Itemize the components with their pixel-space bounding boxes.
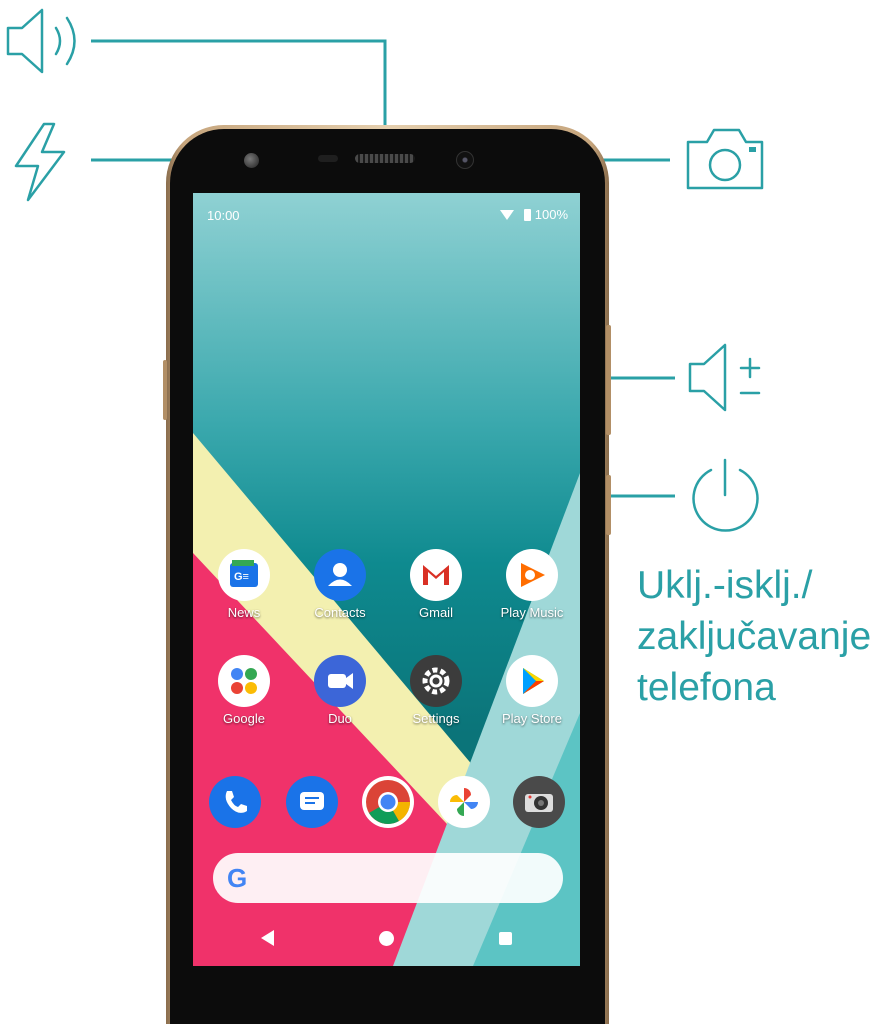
phone-screen: 10:00 100% G≡ News Contacts Gmail Play M… [193, 193, 580, 966]
wifi-icon [499, 209, 514, 220]
app-gmail[interactable]: Gmail [390, 549, 482, 620]
camera-app-icon[interactable] [513, 776, 565, 828]
power-icon [692, 458, 759, 532]
battery-icon [523, 208, 531, 221]
contacts-icon [314, 549, 366, 601]
google-search-bar[interactable]: G [213, 853, 563, 903]
messages-icon[interactable] [286, 776, 338, 828]
camera-icon [686, 128, 764, 190]
app-play-store[interactable]: Play Store [486, 655, 578, 726]
power-button [606, 475, 611, 535]
home-icon[interactable] [379, 931, 394, 946]
power-caption-line1: Uklj.-isklj./ [637, 564, 813, 607]
app-label: Gmail [419, 605, 453, 620]
volume-button [606, 325, 611, 435]
earpiece-speaker [355, 154, 415, 163]
app-label: News [227, 605, 261, 620]
settings-icon [410, 655, 462, 707]
navigation-bar [193, 911, 580, 966]
app-settings[interactable]: Settings [390, 655, 482, 726]
front-camera [456, 151, 474, 169]
gmail-icon [410, 549, 462, 601]
chrome-icon[interactable] [362, 776, 414, 828]
volume-icon [688, 343, 761, 412]
app-label: Contacts [314, 605, 366, 620]
power-caption-line3: telefona [637, 666, 776, 709]
proximity-sensor [318, 155, 338, 162]
google-logo: G [227, 863, 248, 893]
app-play-music[interactable]: Play Music [486, 549, 578, 620]
recents-icon[interactable] [499, 932, 512, 945]
power-caption-line2: zaključavanje [637, 615, 872, 658]
back-icon[interactable] [261, 930, 274, 946]
phone-icon[interactable] [209, 776, 261, 828]
status-bar: 10:00 100% [193, 193, 580, 233]
app-google[interactable]: Google [198, 655, 290, 726]
status-time: 10:00 [207, 208, 240, 223]
play-music-icon [506, 549, 558, 601]
news-icon: G≡ [218, 549, 270, 601]
app-label: Duo [328, 711, 352, 726]
status-right: 100% [499, 207, 568, 222]
app-label: Play Music [500, 605, 564, 620]
battery-level: 100% [534, 207, 568, 222]
app-label: Google [223, 711, 265, 726]
photos-icon[interactable] [438, 776, 490, 828]
speaker-icon [6, 8, 76, 74]
flash-led [244, 153, 259, 168]
left-side-button [163, 360, 167, 420]
play-store-icon [506, 655, 558, 707]
app-label: Settings [412, 711, 460, 726]
app-contacts[interactable]: Contacts [294, 549, 386, 620]
app-label: Play Store [502, 711, 562, 726]
flash-icon [14, 122, 66, 202]
speaker-callout-line [91, 39, 387, 133]
app-news[interactable]: G≡ News [198, 549, 290, 620]
svg-text:G≡: G≡ [234, 571, 249, 583]
app-duo[interactable]: Duo [294, 655, 386, 726]
google-folder-icon [218, 655, 270, 707]
duo-icon [314, 655, 366, 707]
power-caption: Uklj.-isklj./ zaključavanje telefona [637, 560, 881, 713]
